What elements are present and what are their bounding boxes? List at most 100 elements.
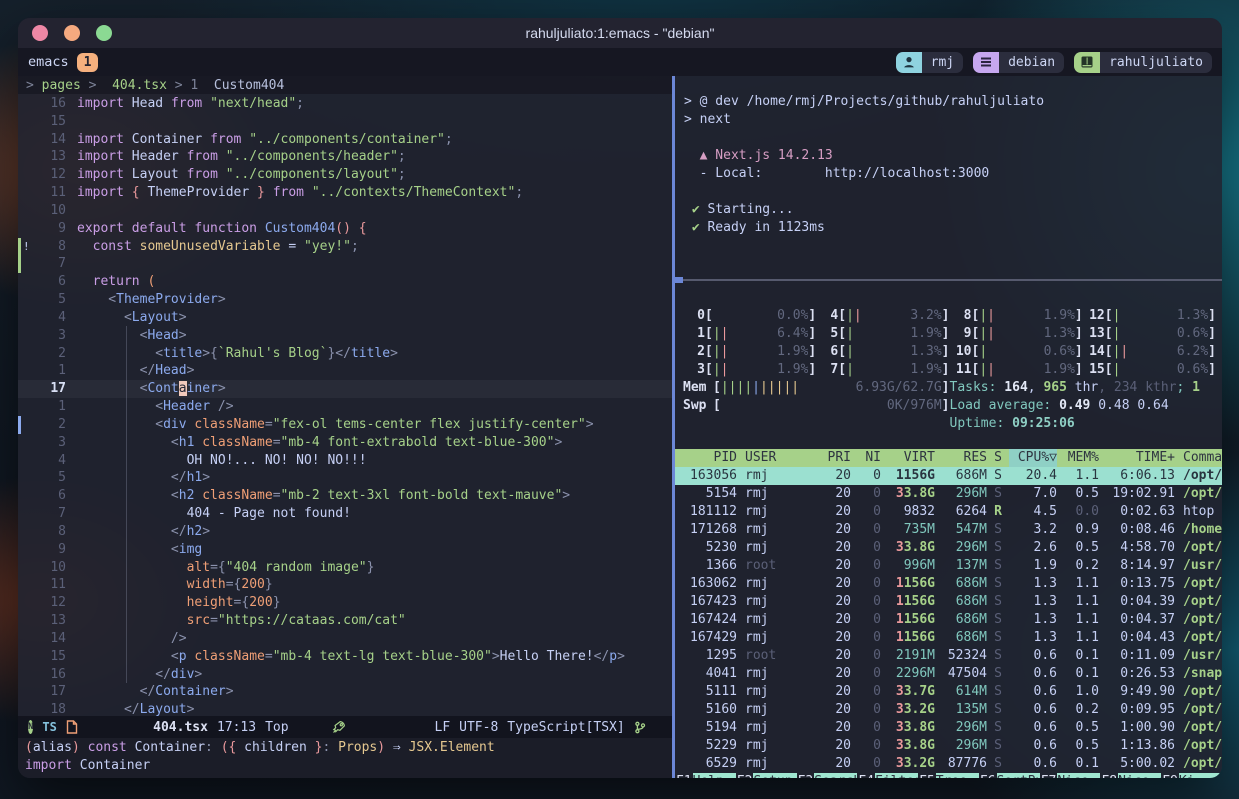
terminal-window: rahuljuliato:1:emacs - "debian" emacs 1 … <box>18 18 1222 778</box>
process-cell: 0:11.09 <box>1099 647 1175 665</box>
gutter-fringe <box>18 594 36 612</box>
process-cell: rmj <box>737 593 815 611</box>
process-row[interactable]: 5229rmj20033.8G296MS0.60.51:13.86/opt/go <box>675 737 1222 755</box>
pane-divider-horizontal[interactable] <box>675 279 1222 281</box>
code-line[interactable]: 11import { ThemeProvider } from "../cont… <box>18 184 672 202</box>
code-line[interactable]: 4 OH NO!... NO! NO! NO!!! <box>18 452 672 470</box>
column-header[interactable]: VIRT <box>881 449 935 467</box>
process-row[interactable]: 181112rmj20098326264R4.50.00:02.63htop <box>675 503 1222 521</box>
code-line[interactable]: 7 <box>18 255 672 273</box>
column-header[interactable]: TIME+ <box>1099 449 1175 467</box>
code-line[interactable]: 17 </Container> <box>18 683 672 701</box>
code-line[interactable]: 16import Head from "next/head"; <box>18 95 672 113</box>
code-line[interactable]: 1 <Header /> <box>18 398 672 416</box>
code-line[interactable]: 4 <Layout> <box>18 309 672 327</box>
fkey-action-help[interactable]: Help <box>693 773 736 778</box>
process-row[interactable]: 163056rmj2001156G686MS20.41.16:06.13/opt… <box>675 467 1222 485</box>
column-header[interactable]: MEM% <box>1057 449 1099 467</box>
process-row[interactable]: 6529rmj20033.2G87776S0.60.15:00.02/opt/g… <box>675 755 1222 773</box>
code-line[interactable]: 11 width={200} <box>18 576 672 594</box>
fkey-action-tree[interactable]: Tree <box>936 773 979 778</box>
column-header[interactable]: PRI <box>815 449 851 467</box>
code-line[interactable]: 5 </h1> <box>18 469 672 487</box>
code-line[interactable]: 12 height={200} <box>18 594 672 612</box>
column-header[interactable]: USER <box>737 449 815 467</box>
code-line[interactable]: 3 <h1 className="mb-4 font-extrabold tex… <box>18 434 672 452</box>
code-buffer[interactable]: 16import Head from "next/head";1514impor… <box>18 94 672 716</box>
code-line[interactable]: 10 alt={"404 random image"} <box>18 559 672 577</box>
process-row[interactable]: 4041rmj2002296M47504S0.60.10:26.53/snap/… <box>675 665 1222 683</box>
code-line[interactable]: 6 return ( <box>18 273 672 291</box>
code-line[interactable]: 14import Container from "../components/c… <box>18 131 672 149</box>
column-header[interactable]: CPU%▽ <box>1009 449 1057 467</box>
evil-state-icon: N <box>28 720 33 734</box>
process-row[interactable]: 167423rmj2001156G686MS1.31.10:04.39/opt/… <box>675 593 1222 611</box>
process-row[interactable]: 1366root200996M137MS1.90.28:14.97/usr/li <box>675 557 1222 575</box>
code-line[interactable]: 8 </h2> <box>18 523 672 541</box>
code-line[interactable]: 15 <box>18 113 672 131</box>
fkey-action-setup[interactable]: Setup <box>753 773 796 778</box>
code-line[interactable]: 17 <Container> <box>18 380 672 398</box>
code-line[interactable]: 5 <ThemeProvider> <box>18 291 672 309</box>
titlebar[interactable]: rahuljuliato:1:emacs - "debian" <box>18 18 1222 48</box>
code-line[interactable]: 9export default function Custom404() { <box>18 220 672 238</box>
code-line[interactable]: 9 <img <box>18 541 672 559</box>
process-cell: /opt/go <box>1175 719 1222 737</box>
process-row[interactable]: 5194rmj20033.8G296MS0.60.51:00.90/opt/go <box>675 719 1222 737</box>
process-cell: S <box>987 521 1009 539</box>
terminal-line: ✔ Ready in 1123ms <box>684 219 1222 237</box>
htop-pane[interactable]: 0[0.0%]4[||3.2%]8[||1.9%]12[|1.3%]1[||6.… <box>675 281 1222 778</box>
code-line[interactable]: 2 <title>{`Rahul's Blog`}</title> <box>18 345 672 363</box>
code-line[interactable]: 7 404 - Page not found! <box>18 505 672 523</box>
column-header[interactable]: RES <box>935 449 987 467</box>
breadcrumb-item-file[interactable]: 404.tsx <box>112 78 167 93</box>
fkey-action-search[interactable]: Search <box>814 773 857 778</box>
code-line[interactable]: 1 </Head> <box>18 362 672 380</box>
breadcrumb-item-pages[interactable]: pages <box>42 78 81 93</box>
code-line[interactable]: !8 const someUnusedVariable = "yey!"; <box>18 238 672 256</box>
gutter-fringe <box>18 345 36 363</box>
modeline-eol: LF <box>435 720 451 735</box>
process-row[interactable]: 163062rmj2001156G686MS1.31.10:13.75/opt/… <box>675 575 1222 593</box>
menu-icon <box>973 52 999 73</box>
process-row[interactable]: 5160rmj20033.2G135MS0.60.20:09.95/opt/go <box>675 701 1222 719</box>
code-line[interactable]: 12import Layout from "../components/layo… <box>18 166 672 184</box>
process-table-header[interactable]: PIDUSERPRINIVIRTRESSCPU%▽MEM%TIME+Comman… <box>675 449 1222 467</box>
code-line[interactable]: 15 <p className="mb-4 text-lg text-blue-… <box>18 648 672 666</box>
column-header[interactable]: NI <box>851 449 881 467</box>
breadcrumb-item-symbol[interactable]: Custom404 <box>214 78 284 93</box>
code-line[interactable]: 3 <Head> <box>18 327 672 345</box>
process-row[interactable]: 5154rmj20033.8G296MS7.00.519:02.91/opt/g… <box>675 485 1222 503</box>
code-line[interactable]: 6 <h2 className="mb-2 text-3xl font-bold… <box>18 487 672 505</box>
fkey-action-sortby[interactable]: SortBy <box>997 773 1040 778</box>
column-header[interactable]: PID <box>675 449 737 467</box>
column-header[interactable]: S <box>987 449 1009 467</box>
code-line[interactable]: 13import Header from "../components/head… <box>18 148 672 166</box>
fkey-action-nice-[interactable]: Nice - <box>1057 773 1100 778</box>
process-cell: 2.6 <box>1009 539 1057 557</box>
code-line[interactable]: 10 <box>18 202 672 220</box>
process-row[interactable]: 167429rmj2001156G686MS1.31.10:04.43/opt/… <box>675 629 1222 647</box>
process-row[interactable]: 167424rmj2001156G686MS1.31.10:04.37/opt/… <box>675 611 1222 629</box>
fkey-action-nice-[interactable]: Nice + <box>1118 773 1161 778</box>
editor-pane[interactable]: > pages > 404.tsx > 1 Custom404 16import… <box>18 76 672 778</box>
code-line[interactable]: 18 </Layout> <box>18 701 672 716</box>
process-cell: 0.6 <box>1009 701 1057 719</box>
code-line[interactable]: 14 /> <box>18 630 672 648</box>
fkey-action-filter[interactable]: Filter <box>875 773 918 778</box>
process-row[interactable]: 5111rmj20033.7G614MS0.61.09:49.90/opt/go <box>675 683 1222 701</box>
tmux-window-tab[interactable]: emacs 1 <box>28 53 98 72</box>
user-icon <box>896 52 922 73</box>
process-cell: 1.1 <box>1057 467 1099 485</box>
code-line[interactable]: 16 </div> <box>18 666 672 684</box>
gutter-fringe <box>18 148 36 166</box>
fkey-action-ki[interactable]: Ki <box>1179 773 1222 778</box>
column-header[interactable]: Command <box>1175 449 1222 467</box>
code-line[interactable]: 2 <div className="fex-ol tems-center fle… <box>18 416 672 434</box>
code-line[interactable]: 13 src="https://cataas.com/cat" <box>18 612 672 630</box>
dev-server-terminal-pane[interactable]: > @ dev /home/rmj/Projects/github/rahulj… <box>675 76 1222 279</box>
process-row[interactable]: 171268rmj200735M547MS3.20.90:08.46/home/… <box>675 521 1222 539</box>
process-row[interactable]: 1295root2002191M52324S0.60.10:11.09/usr/… <box>675 647 1222 665</box>
fkey-label: F7 <box>1040 773 1058 778</box>
process-row[interactable]: 5230rmj20033.8G296MS2.60.54:58.70/opt/go <box>675 539 1222 557</box>
